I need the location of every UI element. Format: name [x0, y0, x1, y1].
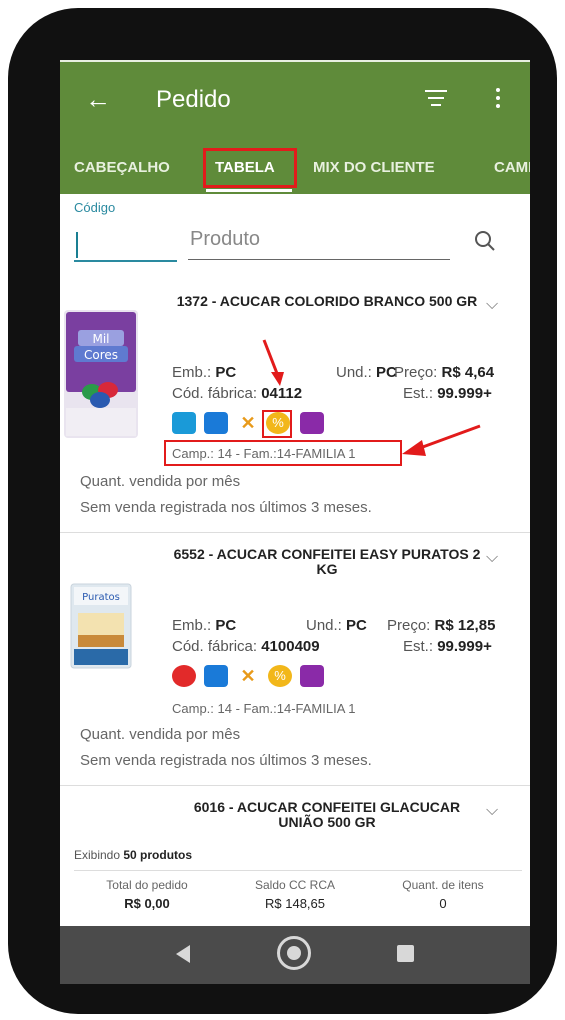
est-label: Est.:	[403, 385, 434, 402]
brand-text-cores: Cores	[84, 348, 118, 362]
product-item[interactable]: 6016 - ACUCAR CONFEITEI GLACUCAR UNIÃO 5…	[60, 786, 530, 843]
search-icon[interactable]	[474, 230, 496, 252]
discount-icon[interactable]: %	[268, 665, 292, 687]
phone-frame: ← Pedido CABEÇALHO TABELA MIX DO CLIENTE…	[8, 8, 557, 1014]
text-caret	[76, 232, 78, 258]
total-value: R$ 0,00	[124, 896, 170, 911]
preco-row: Preço: R$ 12,85	[387, 617, 495, 634]
exibindo-prefix: Exibindo	[74, 848, 121, 862]
preco-row: Preço: R$ 4,64	[394, 364, 494, 381]
emb-value: PC	[215, 617, 237, 634]
red-arrow-left	[402, 424, 481, 456]
saldo-value: R$ 148,65	[265, 896, 325, 911]
product-name: 6016 - ACUCAR CONFEITEI GLACUCAR UNIÃO 5…	[193, 799, 461, 830]
nav-home-icon[interactable]	[277, 936, 311, 970]
saldo-cc-rca: Saldo CC RCA R$ 148,65	[220, 878, 370, 911]
tab-camp[interactable]: CAMP	[494, 159, 530, 176]
brand-text-puratos: Puratos	[82, 592, 120, 603]
emb-row: Emb.: PC	[172, 364, 236, 381]
saldo-label: Saldo CC RCA	[254, 878, 336, 892]
est-row: Est.: 99.999+	[403, 638, 492, 655]
active-tab-indicator	[206, 189, 292, 192]
chevron-down-icon[interactable]: ⌵	[486, 296, 498, 314]
cod-label: Cód. fábrica:	[172, 638, 258, 655]
nav-recents-icon[interactable]	[397, 945, 414, 962]
tab-cabecalho[interactable]: CABEÇALHO	[74, 159, 170, 176]
est-value: 99.999+	[437, 638, 492, 655]
itens-label: Quant. de itens	[402, 878, 484, 892]
exibindo-text: Exibindo 50 produtos	[74, 848, 192, 862]
emb-label: Emb.:	[172, 617, 212, 634]
back-arrow-icon[interactable]: ←	[85, 84, 111, 115]
total-label: Total do pedido	[106, 878, 188, 892]
system-nav-bar	[60, 926, 530, 984]
discount-highlight-box	[262, 410, 292, 438]
total-pedido: Total do pedido R$ 0,00	[72, 878, 222, 911]
itens-value: 0	[439, 896, 447, 911]
app-bar: ← Pedido	[60, 60, 530, 147]
eye-icon[interactable]	[172, 665, 196, 687]
tab-highlight-box	[203, 148, 297, 188]
cart-off-icon[interactable]: ✕	[236, 665, 260, 687]
filter-icon[interactable]	[425, 90, 447, 111]
search-bar: Código Produto	[60, 194, 530, 281]
calendar-icon[interactable]	[204, 665, 228, 687]
emb-value: PC	[215, 364, 237, 381]
discount-icon-highlight	[148, 385, 188, 439]
product-item[interactable]: 6552 - ACUCAR CONFEITEI EASY PURATOS 2 K…	[60, 533, 530, 786]
product-image: Mil Cores	[64, 310, 138, 438]
page-title: Pedido	[156, 86, 231, 113]
brand-text-mil: Mil	[92, 332, 109, 346]
cart-off-icon[interactable]: ✕	[236, 412, 260, 434]
quant-itens: Quant. de itens 0	[368, 878, 518, 911]
camp-text: Camp.: 14 - Fam.:14-FAMILIA 1	[172, 446, 356, 461]
und-label: Und.:	[336, 364, 372, 381]
status-line	[60, 60, 530, 62]
sold-note: Sem venda registrada nos últimos 3 meses…	[80, 752, 372, 769]
produto-input[interactable]: Produto	[188, 228, 450, 260]
order-summary: Exibindo 50 produtos Total do pedido R$ …	[60, 842, 530, 926]
sold-note: Sem venda registrada nos últimos 3 meses…	[80, 499, 372, 516]
cod-row: Cód. fábrica: 4100409	[172, 638, 320, 655]
preco-label: Preço:	[387, 617, 431, 634]
calendar-icon[interactable]	[204, 412, 228, 434]
exibindo-count: 50 produtos	[123, 848, 193, 862]
product-image: Puratos	[70, 583, 132, 669]
chevron-down-icon[interactable]: ⌵	[486, 802, 498, 820]
sold-label: Quant. vendida por mês	[80, 726, 241, 743]
est-label: Est.:	[403, 638, 434, 655]
und-label: Und.:	[306, 617, 342, 634]
combo-icon[interactable]	[300, 412, 324, 434]
codigo-input[interactable]	[74, 228, 177, 262]
est-value: 99.999+	[437, 385, 492, 402]
chevron-down-icon[interactable]: ⌵	[486, 549, 498, 567]
divider	[74, 870, 522, 871]
preco-value: R$ 4,64	[441, 364, 495, 381]
codigo-label: Código	[74, 200, 116, 215]
sold-label: Quant. vendida por mês	[80, 473, 241, 490]
preco-value: R$ 12,85	[434, 617, 496, 634]
und-value: PC	[346, 617, 367, 634]
combo-icon[interactable]	[300, 665, 324, 687]
product-name: 6552 - ACUCAR CONFEITEI EASY PURATOS 2 K…	[173, 546, 481, 577]
emb-row: Emb.: PC	[172, 617, 236, 634]
tab-bar: CABEÇALHO TABELA MIX DO CLIENTE CAMP	[60, 147, 530, 194]
und-row: Und.: PC	[306, 617, 367, 634]
und-row: Und.: PC	[336, 364, 397, 381]
product-item[interactable]: 1372 - ACUCAR COLORIDO BRANCO 500 GR ⌵ M…	[60, 280, 530, 533]
est-row: Est.: 99.999+	[403, 385, 492, 402]
tab-mix-do-cliente[interactable]: MIX DO CLIENTE	[313, 159, 435, 176]
red-arrow-down	[262, 339, 284, 386]
preco-label: Preço:	[394, 364, 438, 381]
product-name: 1372 - ACUCAR COLORIDO BRANCO 500 GR	[176, 293, 478, 309]
camp-text: Camp.: 14 - Fam.:14-FAMILIA 1	[172, 701, 356, 716]
cod-value: 4100409	[261, 638, 320, 655]
emb-label: Emb.:	[172, 364, 212, 381]
app-screen: ← Pedido CABEÇALHO TABELA MIX DO CLIENTE…	[60, 60, 530, 984]
more-options-icon[interactable]	[496, 88, 500, 112]
nav-back-icon[interactable]	[176, 945, 190, 963]
